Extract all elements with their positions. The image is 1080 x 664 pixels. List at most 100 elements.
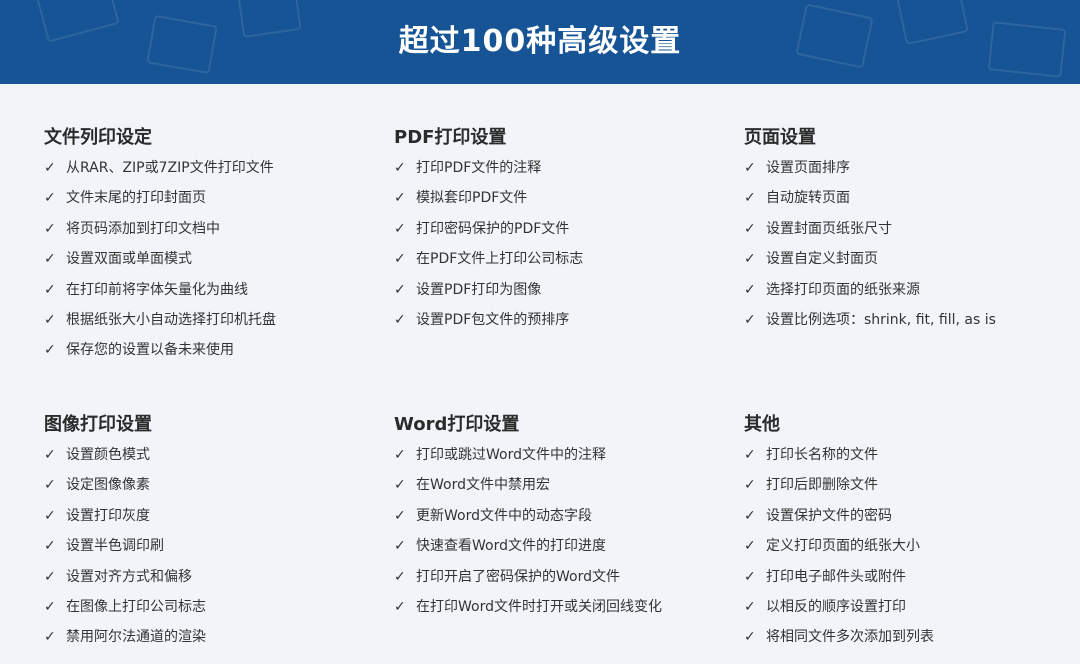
settings-grid: 文件列印设定 ✓ 从RAR、ZIP或7ZIP文件打印文件 ✓ 文件末尾的打印封面页 … bbox=[0, 84, 1080, 664]
check-icon: ✓ bbox=[44, 251, 56, 268]
list-item: ✓ 设置打印灰度 bbox=[44, 501, 384, 531]
check-icon: ✓ bbox=[44, 568, 56, 585]
list-item: ✓ 在打印Word文件时打开或关闭回线变化 bbox=[394, 592, 734, 622]
list-item-label: 打印长名称的文件 bbox=[766, 447, 878, 463]
section-word-print: Word打印设置 ✓ 打印或跳过Word文件中的注释 ✓ 在Word文件中禁用宏 ✓… bbox=[394, 410, 734, 622]
list-item-label: 打印电子邮件头或附件 bbox=[766, 568, 906, 585]
check-icon: ✓ bbox=[44, 507, 56, 524]
list-item: ✓ 文件末尾的打印封面页 bbox=[44, 183, 384, 213]
check-icon: ✓ bbox=[44, 160, 56, 176]
list-item: ✓ 自动旋转页面 bbox=[744, 183, 1080, 213]
section-other: 其他 ✓ 打印长名称的文件 ✓ 打印后即删除文件 ✓ 设置保护文件的密码 ✓ 定义打印页… bbox=[744, 410, 1080, 653]
feature-list: ✓ 打印或跳过Word文件中的注释 ✓ 在Word文件中禁用宏 ✓ 更新Word文件中… bbox=[394, 440, 734, 622]
list-item: ✓ 设置自定义封面页 bbox=[744, 244, 1080, 274]
check-icon: ✓ bbox=[744, 538, 756, 555]
section-file-print: 文件列印设定 ✓ 从RAR、ZIP或7ZIP文件打印文件 ✓ 文件末尾的打印封面页 … bbox=[44, 123, 384, 366]
list-item: ✓ 打印密码保护的PDF文件 bbox=[394, 214, 734, 244]
check-icon: ✓ bbox=[744, 598, 756, 615]
list-item-label: 设置比例选项：shrink, fit, fill, as is bbox=[766, 311, 996, 328]
list-item: ✓ 设置双面或单面模式 bbox=[44, 244, 384, 274]
section-title: Word打印设置 bbox=[394, 414, 520, 435]
feature-list: ✓ 设置页面排序 ✓ 自动旋转页面 ✓ 设置封面页纸张尺寸 ✓ 设置自定义封面页 ✓ 选择… bbox=[744, 153, 1080, 335]
feature-list: ✓ 打印长名称的文件 ✓ 打印后即删除文件 ✓ 设置保护文件的密码 ✓ 定义打印页面的纸… bbox=[744, 440, 1080, 653]
list-item-label: 更新Word文件中的动态字段 bbox=[416, 507, 592, 524]
list-item-label: 打印PDF文件的注释 bbox=[416, 160, 542, 176]
check-icon: ✓ bbox=[44, 538, 56, 555]
list-item: ✓ 打印或跳过Word文件中的注释 bbox=[394, 440, 734, 470]
list-item: ✓ 设置页面排序 bbox=[744, 153, 1080, 183]
page-title: 超过100种高级设置 bbox=[398, 24, 682, 59]
check-icon: ✓ bbox=[394, 281, 406, 298]
list-item-label: 设置页面排序 bbox=[766, 160, 850, 176]
check-icon: ✓ bbox=[44, 281, 56, 298]
list-item-label: 设置打印灰度 bbox=[66, 507, 150, 524]
list-item-label: 定义打印页面的纸张大小 bbox=[766, 538, 920, 555]
check-icon: ✓ bbox=[744, 507, 756, 524]
check-icon: ✓ bbox=[744, 281, 756, 298]
list-item-label: 快速查看Word文件的打印进度 bbox=[416, 538, 606, 555]
list-item: ✓ 以相反的顺序设置打印 bbox=[744, 592, 1080, 622]
list-item-label: 在打印Word文件时打开或关闭回线变化 bbox=[416, 598, 662, 615]
list-item-label: 自动旋转页面 bbox=[766, 190, 850, 207]
check-icon: ✓ bbox=[44, 342, 56, 359]
check-icon: ✓ bbox=[394, 538, 406, 555]
check-icon: ✓ bbox=[44, 629, 56, 646]
list-item: ✓ 设置比例选项：shrink, fit, fill, as is bbox=[744, 305, 1080, 335]
check-icon: ✓ bbox=[394, 311, 406, 328]
list-item: ✓ 设置保护文件的密码 bbox=[744, 501, 1080, 531]
list-item: ✓ 更新Word文件中的动态字段 bbox=[394, 501, 734, 531]
check-icon: ✓ bbox=[744, 220, 756, 237]
list-item: ✓ 设置封面页纸张尺寸 bbox=[744, 214, 1080, 244]
list-item-label: 以相反的顺序设置打印 bbox=[766, 598, 906, 615]
list-item-label: 在Word文件中禁用宏 bbox=[416, 477, 550, 494]
list-item-label: 模拟套印PDF文件 bbox=[416, 190, 528, 207]
check-icon: ✓ bbox=[394, 220, 406, 237]
list-item-label: 设置保护文件的密码 bbox=[766, 507, 892, 524]
check-icon: ✓ bbox=[744, 311, 756, 328]
list-item: ✓ 设置半色调印刷 bbox=[44, 531, 384, 561]
list-item-label: 打印密码保护的PDF文件 bbox=[416, 220, 570, 237]
check-icon: ✓ bbox=[394, 477, 406, 494]
check-icon: ✓ bbox=[44, 311, 56, 328]
list-item-label: 打印或跳过Word文件中的注释 bbox=[416, 447, 606, 463]
list-item: ✓ 禁用阿尔法通道的渲染 bbox=[44, 622, 384, 652]
check-icon: ✓ bbox=[394, 507, 406, 524]
list-item: ✓ 打印PDF文件的注释 bbox=[394, 153, 734, 183]
section-title: PDF打印设置 bbox=[394, 127, 507, 148]
list-item-label: 打印后即删除文件 bbox=[766, 477, 878, 494]
list-item-label: 设置颜色模式 bbox=[66, 447, 150, 463]
list-item-label: 设置PDF包文件的预排序 bbox=[416, 311, 570, 328]
check-icon: ✓ bbox=[744, 568, 756, 585]
feature-list: ✓ 从RAR、ZIP或7ZIP文件打印文件 ✓ 文件末尾的打印封面页 ✓ 将页码添加到… bbox=[44, 153, 384, 366]
check-icon: ✓ bbox=[394, 160, 406, 176]
check-icon: ✓ bbox=[44, 190, 56, 207]
list-item-label: 将相同文件多次添加到列表 bbox=[766, 629, 934, 646]
check-icon: ✓ bbox=[44, 477, 56, 494]
list-item: ✓ 选择打印页面的纸张来源 bbox=[744, 275, 1080, 305]
list-item-label: 设置双面或单面模式 bbox=[66, 251, 192, 268]
list-item: ✓ 模拟套印PDF文件 bbox=[394, 183, 734, 213]
section-page-settings: 页面设置 ✓ 设置页面排序 ✓ 自动旋转页面 ✓ 设置封面页纸张尺寸 ✓ 设置自定义封面… bbox=[744, 123, 1080, 335]
list-item-label: 禁用阿尔法通道的渲染 bbox=[66, 629, 206, 646]
list-item-label: 根据纸张大小自动选择打印机托盘 bbox=[66, 311, 276, 328]
list-item-label: 从RAR、ZIP或7ZIP文件打印文件 bbox=[66, 160, 274, 176]
list-item: ✓ 在图像上打印公司标志 bbox=[44, 592, 384, 622]
list-item: ✓ 打印后即删除文件 bbox=[744, 470, 1080, 500]
list-item: ✓ 打印长名称的文件 bbox=[744, 440, 1080, 470]
list-item: ✓ 设置对齐方式和偏移 bbox=[44, 562, 384, 592]
header-banner: 超过100种高级设置 bbox=[0, 0, 1080, 84]
check-icon: ✓ bbox=[44, 220, 56, 237]
list-item-label: 将页码添加到打印文档中 bbox=[66, 220, 220, 237]
list-item-label: 在PDF文件上打印公司标志 bbox=[416, 251, 584, 268]
section-title: 文件列印设定 bbox=[44, 127, 152, 148]
list-item-label: 在打印前将字体矢量化为曲线 bbox=[66, 281, 248, 298]
list-item: ✓ 将相同文件多次添加到列表 bbox=[744, 622, 1080, 652]
section-pdf-print: PDF打印设置 ✓ 打印PDF文件的注释 ✓ 模拟套印PDF文件 ✓ 打印密码保护的P… bbox=[394, 123, 734, 335]
check-icon: ✓ bbox=[744, 447, 756, 463]
check-icon: ✓ bbox=[394, 568, 406, 585]
list-item: ✓ 根据纸张大小自动选择打印机托盘 bbox=[44, 305, 384, 335]
list-item: ✓ 在Word文件中禁用宏 bbox=[394, 470, 734, 500]
check-icon: ✓ bbox=[44, 447, 56, 463]
check-icon: ✓ bbox=[394, 447, 406, 463]
list-item: ✓ 保存您的设置以备未来使用 bbox=[44, 335, 384, 365]
